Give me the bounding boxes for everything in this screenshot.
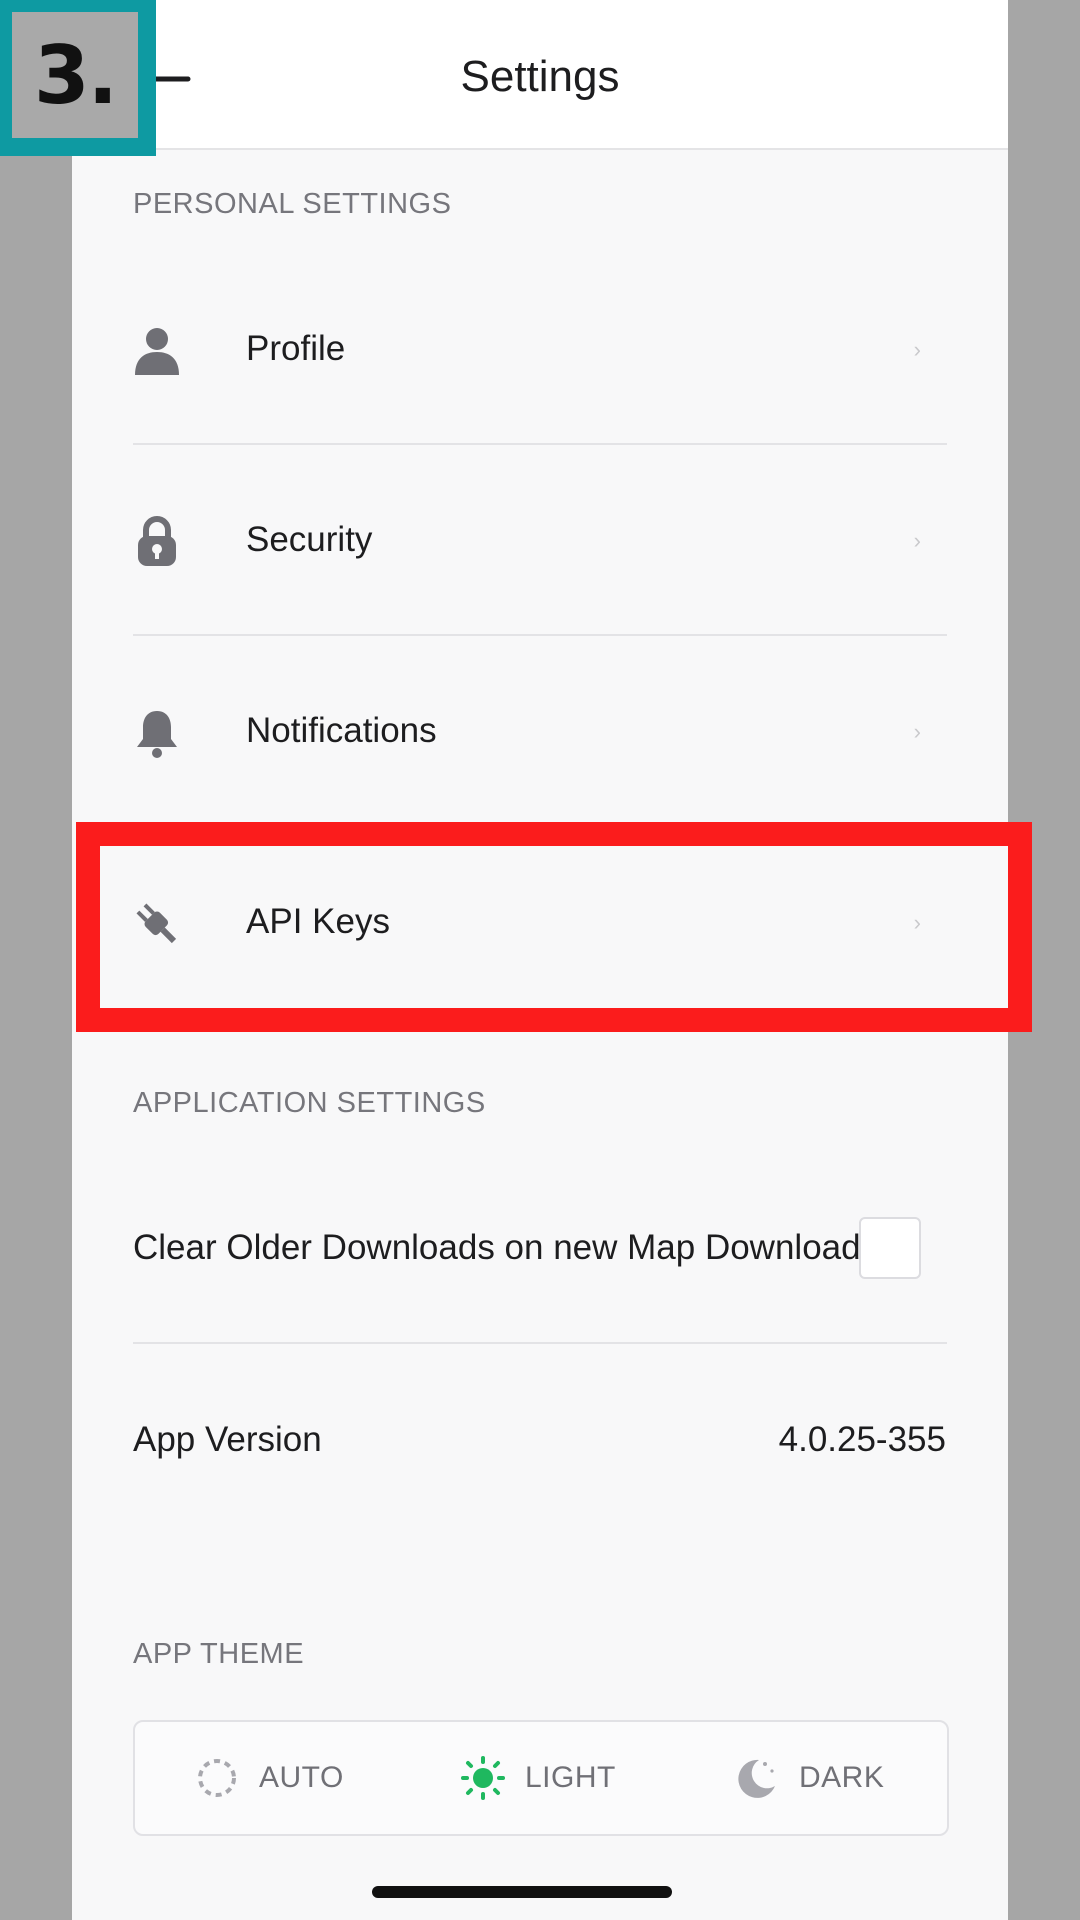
row-label: Notifications	[246, 711, 437, 750]
theme-option-light[interactable]: LIGHT	[461, 1722, 616, 1834]
chevron-right-icon: ›	[913, 719, 921, 744]
theme-option-label: AUTO	[259, 1761, 344, 1794]
settings-row-security[interactable]: Security ›	[133, 444, 947, 636]
step-number-badge: 3.	[0, 0, 156, 156]
settings-row-notifications[interactable]: Notifications ›	[133, 635, 947, 827]
theme-option-auto[interactable]: AUTO	[195, 1722, 344, 1834]
settings-screen: Settings PERSONAL SETTINGS Profile › Sec…	[72, 0, 1008, 1920]
page-title: Settings	[460, 52, 620, 101]
step-number-text: 3.	[12, 12, 138, 138]
section-label-application: APPLICATION SETTINGS	[133, 1087, 486, 1119]
section-label-personal: PERSONAL SETTINGS	[133, 188, 452, 220]
right-gray-margin	[1008, 0, 1080, 1920]
moon-icon	[738, 1759, 775, 1798]
divider	[133, 1342, 947, 1344]
theme-option-label: DARK	[799, 1761, 885, 1794]
sun-icon	[461, 1756, 505, 1800]
section-label-theme: APP THEME	[133, 1638, 305, 1670]
clear-downloads-label: Clear Older Downloads on new Map Downloa…	[133, 1228, 861, 1267]
theme-option-dark[interactable]: DARK	[735, 1722, 884, 1834]
row-label: API Keys	[246, 902, 390, 941]
person-icon	[135, 328, 179, 375]
settings-row-api-keys[interactable]: API Keys ›	[133, 826, 947, 1018]
auto-theme-icon	[198, 1759, 236, 1797]
lock-icon	[138, 516, 176, 566]
plug-icon	[136, 903, 177, 944]
row-label: Security	[246, 520, 373, 559]
header-bar: Settings	[72, 0, 1008, 150]
clear-downloads-checkbox[interactable]	[859, 1217, 921, 1279]
home-indicator	[372, 1886, 672, 1898]
chevron-right-icon: ›	[913, 337, 921, 362]
settings-row-profile[interactable]: Profile ›	[133, 253, 947, 445]
row-label: Profile	[246, 329, 346, 368]
chevron-right-icon: ›	[913, 528, 921, 553]
bell-icon	[137, 711, 177, 758]
left-gray-margin	[0, 0, 72, 1920]
app-version-label: App Version	[133, 1420, 322, 1459]
chevron-right-icon: ›	[913, 910, 921, 935]
theme-selector: AUTO LIGHT DARK	[133, 1720, 949, 1836]
theme-option-label: LIGHT	[525, 1761, 616, 1794]
app-version-value: 4.0.25-355	[778, 1420, 946, 1459]
